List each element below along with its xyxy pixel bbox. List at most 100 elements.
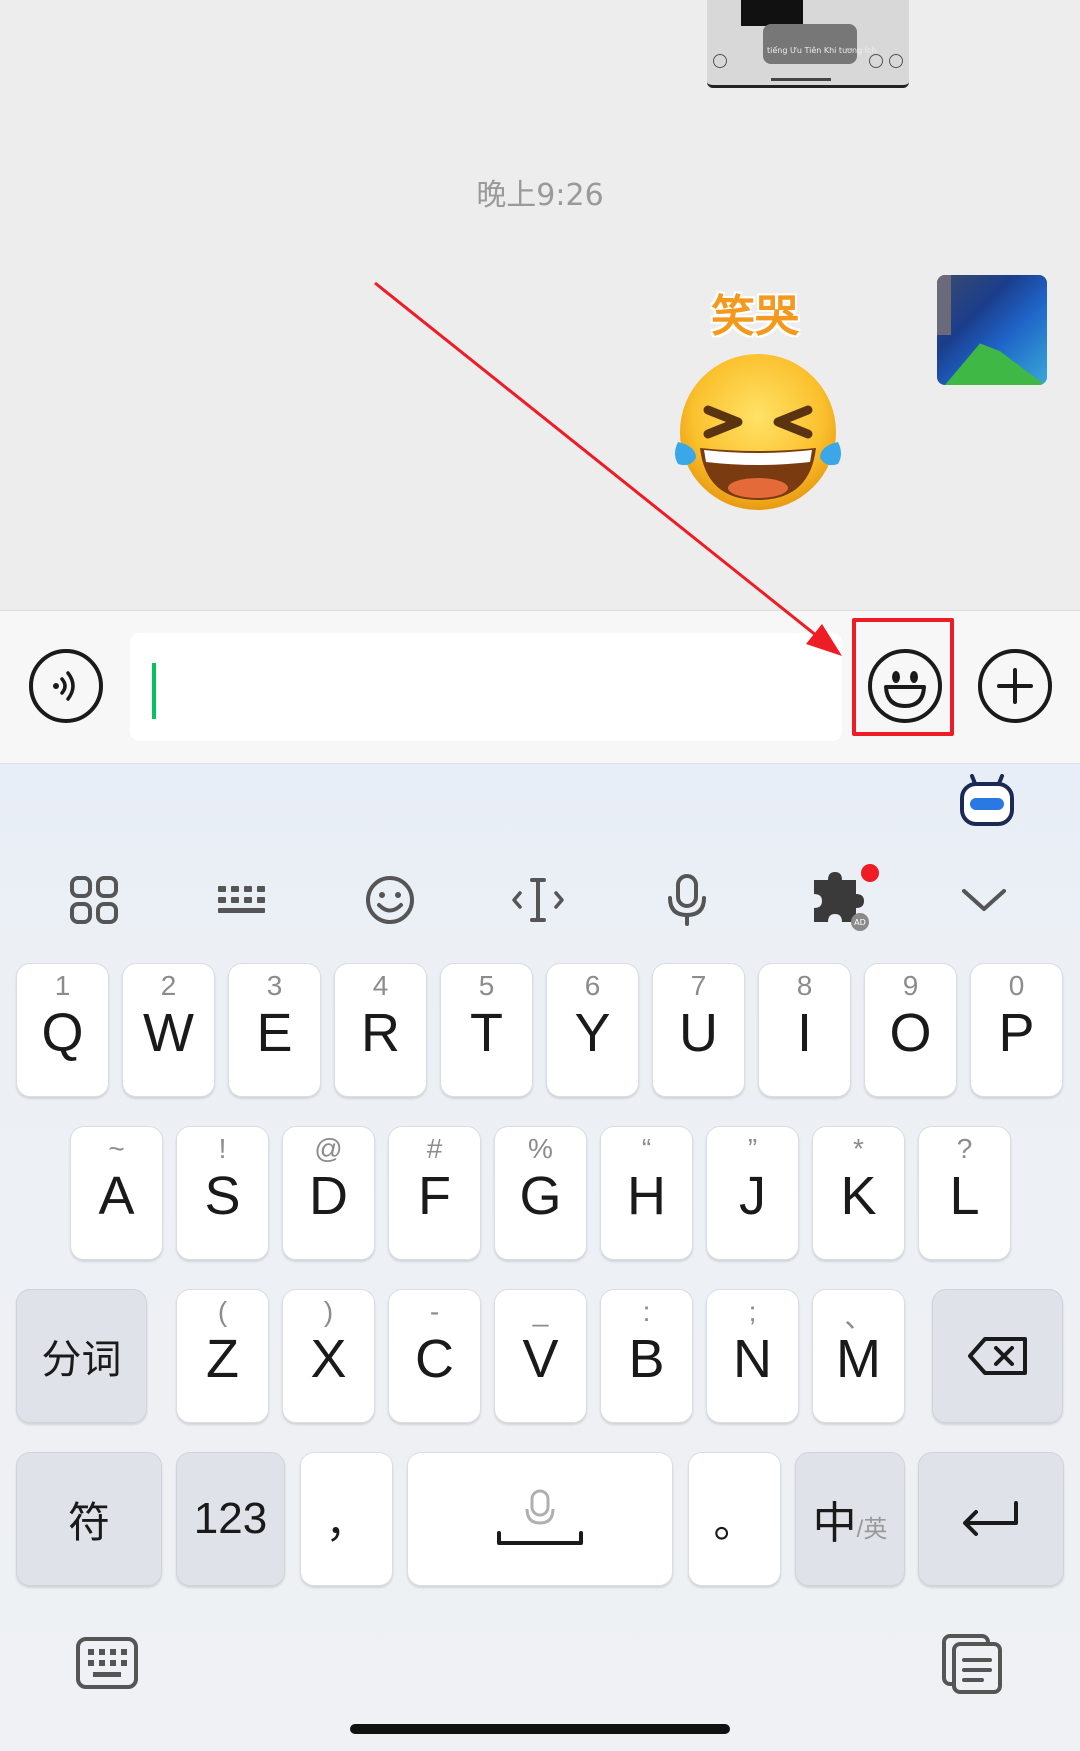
key-q[interactable]: 1Q [16,963,109,1097]
toolbar-layout-button[interactable] [206,864,278,936]
message-text-input[interactable] [130,633,842,741]
key-p[interactable]: 0P [970,963,1063,1097]
clipboard-icon[interactable] [940,1632,1004,1696]
home-indicator[interactable] [350,1724,730,1734]
plus-icon [997,668,1033,704]
enter-key[interactable] [918,1452,1064,1586]
thumbnail-voice-icon [713,54,727,68]
enter-key-content [919,1453,1063,1585]
language-switch-key[interactable]: 中/英 [795,1452,905,1586]
key-z[interactable]: (Z [176,1289,269,1423]
sticker-message[interactable]: 笑哭 [660,280,850,520]
numbers-key[interactable]: 123 [176,1452,285,1586]
key-label: B [628,1329,665,1389]
grid-icon [70,876,118,924]
key-hint: ? [956,1133,973,1164]
key-o[interactable]: 9O [864,963,957,1097]
key-hint: ) [323,1296,334,1327]
thumbnail-plus-icon [889,54,903,68]
key-h[interactable]: “H [600,1126,693,1260]
text-caret [152,663,156,719]
comma-key-label: ， [325,1498,368,1546]
segment-key[interactable]: 分词 [16,1289,147,1423]
keyboard-toolbar: AD [0,864,1080,936]
key-label: Q [41,1003,84,1063]
toolbar-collapse-button[interactable] [948,864,1020,936]
key-label: Z [206,1329,239,1389]
key-j[interactable]: ” J [706,1126,799,1260]
space-key-content [408,1453,672,1585]
key-hint: 3 [266,970,283,1001]
svg-text:AD: AD [854,918,866,927]
key-hint: 5 [478,970,495,1001]
key-label: X [310,1329,347,1389]
toolbar-cursor-button[interactable] [502,864,574,936]
thumbnail-home-bar [771,78,831,81]
toolbar-voice-button[interactable] [651,864,723,936]
key-label: L [949,1166,980,1226]
ime-keyboard: AD 1Q 2W 3E 4R 5T 6Y 7U 8I 9O 0P ~ A ! S @… [0,764,1080,1751]
key-label: Y [574,1003,611,1063]
toolbar-apps-button[interactable] [58,864,130,936]
key-label: E [256,1003,293,1063]
keyboard-switch-icon[interactable] [75,1635,139,1693]
keyboard-layout-icon [218,886,265,913]
key-hint: _ [532,1296,549,1327]
microphone-icon [668,874,706,926]
key-hint: @ [314,1133,343,1164]
key-e[interactable]: 3E [228,963,321,1097]
key-f[interactable]: # F [388,1126,481,1260]
user-avatar[interactable] [937,275,1047,385]
key-hint: ~ [108,1133,125,1164]
symbols-key[interactable]: 符 [16,1452,162,1586]
key-t[interactable]: 5T [440,963,533,1097]
image-message-thumbnail[interactable]: tiếng Ưu Tiên Khi tương ích [707,0,909,88]
toolbar-plugin-button[interactable]: AD [799,864,879,936]
key-g[interactable]: % G [494,1126,587,1260]
key-label: S [204,1166,241,1226]
segment-key-label: 分词 [41,1338,122,1382]
key-hint: 0 [1008,970,1025,1001]
key-label: N [733,1329,772,1389]
key-s[interactable]: ! S [176,1126,269,1260]
key-d[interactable]: @ D [282,1126,375,1260]
key-l[interactable]: ? L [918,1126,1011,1260]
laughing-crying-emoji-icon [675,354,841,510]
period-key[interactable]: 。 [688,1452,781,1586]
emoji-icon [366,876,414,924]
voice-input-button[interactable] [29,649,103,723]
key-b[interactable]: :B [600,1289,693,1423]
key-k[interactable]: * K [812,1126,905,1260]
space-key[interactable] [407,1452,673,1586]
cursor-move-icon [512,878,564,922]
key-v[interactable]: _ V [494,1289,587,1423]
key-c[interactable]: -C [388,1289,481,1423]
thumbnail-emoji-icon [869,54,883,68]
key-label: C [415,1329,454,1389]
key-r[interactable]: 4R [334,963,427,1097]
key-x[interactable]: ) X [282,1289,375,1423]
avatar-mosaic [937,275,951,335]
key-u[interactable]: 7U [652,963,745,1097]
key-label: R [361,1003,400,1063]
key-hint: “ [641,1133,652,1164]
enter-arrow-icon [963,1501,1018,1536]
more-options-button[interactable] [978,649,1052,723]
key-label: V [522,1329,559,1389]
space-voice-icon [497,1489,583,1545]
comma-key[interactable]: ， [300,1452,393,1586]
backspace-key[interactable] [932,1289,1063,1423]
key-a[interactable]: ~ A [70,1126,163,1260]
ai-assistant-icon[interactable] [958,772,1016,828]
key-hint: ! [218,1133,227,1164]
key-label: P [998,1003,1035,1063]
toolbar-emoji-button[interactable] [354,864,426,936]
key-i[interactable]: 8I [758,963,851,1097]
key-m[interactable]: 、 M [812,1289,905,1423]
key-label: U [679,1003,718,1063]
key-y[interactable]: 6Y [546,963,639,1097]
key-w[interactable]: 2W [122,963,215,1097]
key-label: T [470,1003,503,1063]
key-hint: * [853,1133,864,1164]
key-n[interactable]: ; N [706,1289,799,1423]
